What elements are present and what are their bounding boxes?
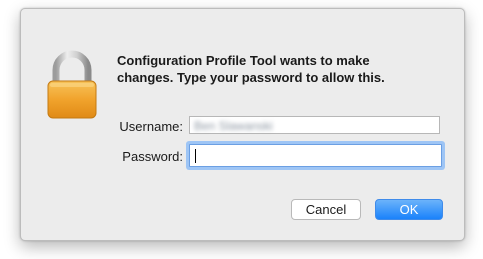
ok-button[interactable]: OK [375,199,443,220]
password-field[interactable] [189,144,442,167]
username-value: Ben Slawanski [194,119,273,133]
username-label: Username: [119,119,183,134]
text-caret [195,149,196,163]
lock-icon [47,50,97,119]
cancel-button[interactable]: Cancel [291,199,361,220]
dialog-message-line-2: changes. Type your password to allow thi… [117,70,385,85]
dialog-message: Configuration Profile Tool wants to make… [117,52,437,86]
username-field[interactable]: Ben Slawanski [189,116,440,134]
dialog-message-line-1: Configuration Profile Tool wants to make [117,53,370,68]
password-label: Password: [122,149,183,164]
